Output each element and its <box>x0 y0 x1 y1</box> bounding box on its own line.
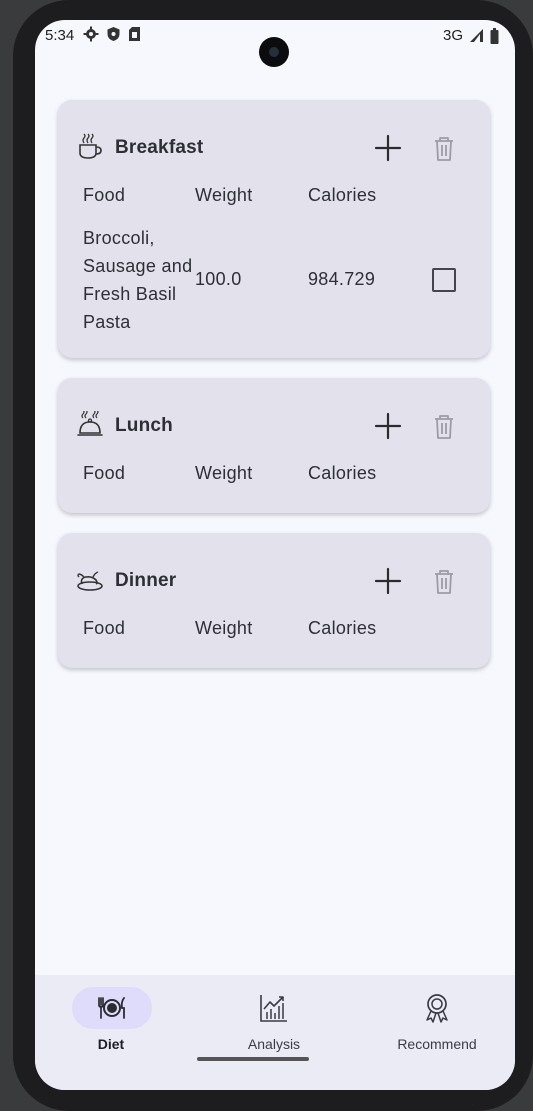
signal-icon <box>470 29 483 42</box>
column-header-calories: Calories <box>308 463 377 483</box>
column-header-calories: Calories <box>308 618 377 638</box>
home-indicator[interactable] <box>197 1057 309 1061</box>
delete-icon[interactable] <box>428 132 460 164</box>
nav-label: Diet <box>97 1036 125 1052</box>
nav-label: Recommend <box>397 1036 477 1052</box>
chart-icon <box>260 995 287 1022</box>
app-screen: 5:34 3G Breakfast Food Weight Calories B… <box>35 20 515 1090</box>
delete-icon[interactable] <box>428 565 460 597</box>
add-food-button[interactable] <box>372 132 404 164</box>
meal-title: Lunch <box>115 415 173 436</box>
column-header-food: Food <box>83 463 126 483</box>
food-name: Broccoli, Sausage and Fresh Basil Pasta <box>83 228 193 332</box>
shield-icon <box>107 27 120 41</box>
dinner-card: Dinner Food Weight Calories <box>58 533 490 668</box>
award-ribbon-icon <box>426 994 448 1023</box>
food-calories: 984.729 <box>308 269 376 289</box>
nav-label: Analysis <box>247 1036 301 1052</box>
sim-card-icon <box>129 27 140 41</box>
food-cloche-icon <box>77 411 103 436</box>
roast-chicken-icon <box>77 571 103 591</box>
settings-icon <box>83 26 99 42</box>
column-header-weight: Weight <box>195 185 253 205</box>
delete-icon[interactable] <box>428 410 460 442</box>
battery-icon <box>490 27 499 44</box>
nav-item-diet[interactable]: Diet <box>61 975 161 1065</box>
column-header-weight: Weight <box>195 463 253 483</box>
coffee-cup-icon <box>79 133 102 159</box>
food-row-checkbox[interactable] <box>432 268 456 292</box>
column-header-calories: Calories <box>308 185 377 205</box>
status-time: 5:34 <box>45 27 75 44</box>
meal-title: Breakfast <box>115 137 204 158</box>
meal-title: Dinner <box>115 570 177 591</box>
bottom-navigation: Diet Analysis Recommend <box>35 975 515 1090</box>
column-header-weight: Weight <box>195 618 253 638</box>
column-header-food: Food <box>83 185 126 205</box>
lunch-card: Lunch Food Weight Calories <box>58 378 490 513</box>
add-food-button[interactable] <box>372 565 404 597</box>
nav-item-recommend[interactable]: Recommend <box>387 975 487 1065</box>
network-type: 3G <box>442 27 463 44</box>
breakfast-card: Breakfast Food Weight Calories Broccoli,… <box>58 100 490 358</box>
column-header-food: Food <box>83 618 126 638</box>
front-camera <box>259 37 289 67</box>
food-weight: 100.0 <box>195 269 242 289</box>
nav-item-analysis[interactable]: Analysis <box>224 975 324 1065</box>
fork-plate-knife-icon <box>98 997 125 1019</box>
add-food-button[interactable] <box>372 410 404 442</box>
